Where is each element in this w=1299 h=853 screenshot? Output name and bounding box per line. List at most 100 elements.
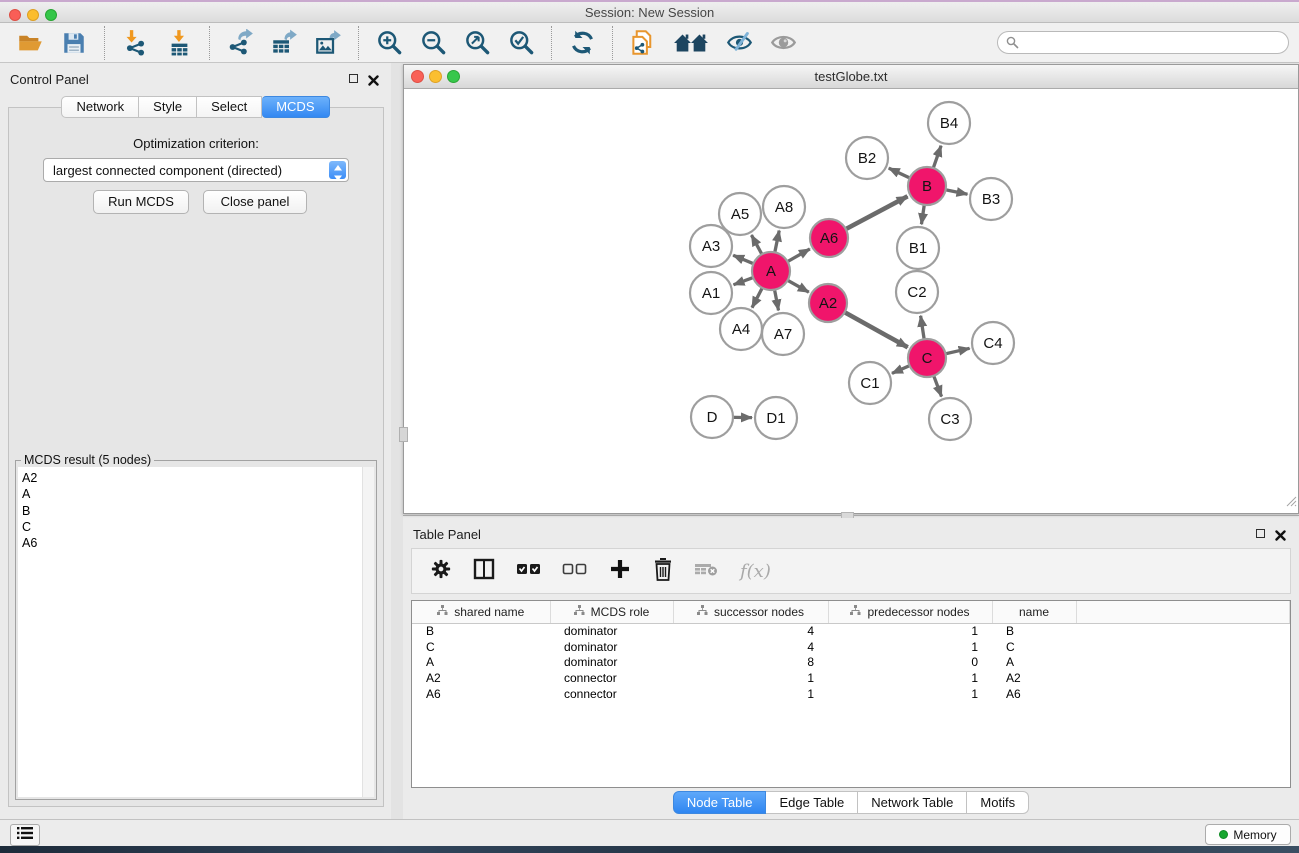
cell-successor-nodes[interactable]: 1: [673, 670, 828, 686]
tab-network[interactable]: Network: [61, 96, 139, 118]
table-settings-button[interactable]: [430, 558, 452, 585]
network-canvas[interactable]: B4B2BB3A8A5A6A3B1AC2A1A2A4A7C4CC1C3DD1: [404, 89, 1298, 513]
cell-shared-name[interactable]: B: [412, 623, 550, 639]
mcds-scrollbar[interactable]: [362, 467, 374, 797]
column-header-MCDS-role[interactable]: MCDS role: [550, 601, 673, 623]
cell-MCDS-role[interactable]: dominator: [550, 654, 673, 670]
graph-node-D1[interactable]: D1: [755, 397, 797, 439]
graph-node-B2[interactable]: B2: [846, 137, 888, 179]
show-graphics-details-button[interactable]: [724, 28, 754, 58]
graph-node-A[interactable]: A: [752, 252, 790, 290]
graph-node-B4[interactable]: B4: [928, 102, 970, 144]
cell-name[interactable]: A: [992, 654, 1076, 670]
import-table-button[interactable]: [164, 28, 194, 58]
graph-node-C4[interactable]: C4: [972, 322, 1014, 364]
table-row[interactable]: Cdominator41C: [412, 639, 1290, 655]
table-row[interactable]: A6connector11A6: [412, 686, 1290, 702]
cell-predecessor-nodes[interactable]: 1: [828, 639, 992, 655]
graph-node-A2[interactable]: A2: [809, 284, 847, 322]
show-columns-button[interactable]: [472, 557, 496, 586]
network-window-titlebar[interactable]: testGlobe.txt: [404, 65, 1298, 89]
float-panel-icon[interactable]: [1256, 529, 1265, 538]
cell-predecessor-nodes[interactable]: 1: [828, 686, 992, 702]
export-network-button[interactable]: [225, 28, 255, 58]
deselect-all-button[interactable]: [562, 558, 588, 585]
cell-successor-nodes[interactable]: 1: [673, 686, 828, 702]
cell-predecessor-nodes[interactable]: 0: [828, 654, 992, 670]
delete-table-button[interactable]: [694, 558, 720, 585]
cell-MCDS-role[interactable]: connector: [550, 670, 673, 686]
cell-shared-name[interactable]: A6: [412, 686, 550, 702]
table-row[interactable]: A2connector11A2: [412, 670, 1290, 686]
cell-predecessor-nodes[interactable]: 1: [828, 670, 992, 686]
show-panels-button[interactable]: [672, 28, 710, 58]
zoom-in-button[interactable]: [374, 28, 404, 58]
tab-mcds[interactable]: MCDS: [262, 96, 329, 118]
table-row[interactable]: Bdominator41B: [412, 623, 1290, 639]
cell-name[interactable]: A6: [992, 686, 1076, 702]
search-input[interactable]: [997, 31, 1289, 54]
cell-MCDS-role[interactable]: connector: [550, 686, 673, 702]
tab-node-table[interactable]: Node Table: [673, 791, 767, 814]
node-table-container[interactable]: shared nameMCDS rolesuccessor nodesprede…: [411, 600, 1291, 788]
criterion-dropdown[interactable]: largest connected component (directed): [43, 158, 349, 182]
zoom-out-button[interactable]: [418, 28, 448, 58]
export-image-button[interactable]: [313, 28, 343, 58]
graph-node-A7[interactable]: A7: [762, 313, 804, 355]
graph-node-A3[interactable]: A3: [690, 225, 732, 267]
column-header-shared-name[interactable]: shared name: [412, 601, 550, 623]
tab-network-table[interactable]: Network Table: [858, 791, 967, 814]
float-panel-icon[interactable]: [349, 74, 358, 83]
open-file-button[interactable]: [15, 28, 45, 58]
mcds-result-item[interactable]: C: [22, 519, 362, 535]
cell-successor-nodes[interactable]: 4: [673, 623, 828, 639]
mcds-result-item[interactable]: B: [22, 503, 362, 519]
run-mcds-button[interactable]: Run MCDS: [93, 190, 189, 214]
graph-node-B1[interactable]: B1: [897, 227, 939, 269]
function-builder-button[interactable]: f(x): [740, 561, 771, 582]
close-panel-icon[interactable]: [368, 73, 379, 84]
cell-MCDS-role[interactable]: dominator: [550, 639, 673, 655]
cell-name[interactable]: A2: [992, 670, 1076, 686]
cell-name[interactable]: C: [992, 639, 1076, 655]
graph-node-C1[interactable]: C1: [849, 362, 891, 404]
mcds-result-item[interactable]: A6: [22, 535, 362, 551]
cell-successor-nodes[interactable]: 8: [673, 654, 828, 670]
create-column-button[interactable]: [608, 557, 632, 586]
clone-network-button[interactable]: [628, 28, 658, 58]
cell-successor-nodes[interactable]: 4: [673, 639, 828, 655]
graph-node-C[interactable]: C: [908, 339, 946, 377]
graph-node-B[interactable]: B: [908, 167, 946, 205]
mcds-result-list[interactable]: A2ABCA6: [18, 467, 362, 797]
column-header-name[interactable]: name: [992, 601, 1076, 623]
graph-node-D[interactable]: D: [691, 396, 733, 438]
import-network-button[interactable]: [120, 28, 150, 58]
cell-predecessor-nodes[interactable]: 1: [828, 623, 992, 639]
cell-name[interactable]: B: [992, 623, 1076, 639]
main-titlebar[interactable]: Session: New Session: [0, 2, 1299, 23]
cell-shared-name[interactable]: A2: [412, 670, 550, 686]
cell-shared-name[interactable]: C: [412, 639, 550, 655]
close-panel-icon[interactable]: [1275, 528, 1286, 539]
tab-edge-table[interactable]: Edge Table: [766, 791, 858, 814]
delete-column-button[interactable]: [652, 557, 674, 586]
table-row[interactable]: Adominator80A: [412, 654, 1290, 670]
select-all-button[interactable]: [516, 558, 542, 585]
splitter-collapse-handle[interactable]: [399, 427, 408, 442]
graph-node-A5[interactable]: A5: [719, 193, 761, 235]
task-history-button[interactable]: [10, 824, 40, 846]
column-header-successor-nodes[interactable]: successor nodes: [673, 601, 828, 623]
column-header-predecessor-nodes[interactable]: predecessor nodes: [828, 601, 992, 623]
export-table-button[interactable]: [269, 28, 299, 58]
zoom-selected-button[interactable]: [506, 28, 536, 58]
memory-button[interactable]: Memory: [1205, 824, 1291, 845]
graph-node-A4[interactable]: A4: [720, 308, 762, 350]
refresh-button[interactable]: [567, 28, 597, 58]
graph-node-A1[interactable]: A1: [690, 272, 732, 314]
tab-motifs[interactable]: Motifs: [967, 791, 1029, 814]
mcds-result-item[interactable]: A2: [22, 470, 362, 486]
cell-MCDS-role[interactable]: dominator: [550, 623, 673, 639]
graph-node-B3[interactable]: B3: [970, 178, 1012, 220]
zoom-fit-button[interactable]: [462, 28, 492, 58]
graph-node-A8[interactable]: A8: [763, 186, 805, 228]
